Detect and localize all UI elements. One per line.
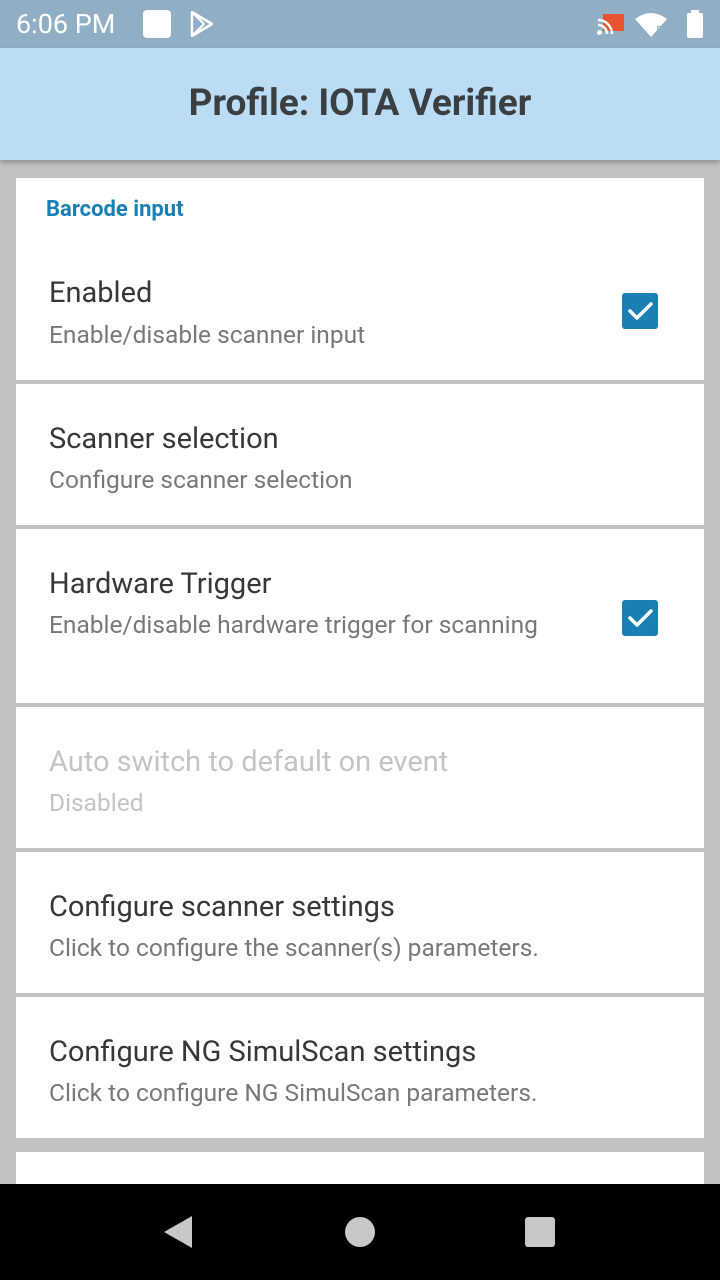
status-bar: 6:06 PM 5 <box>0 0 720 48</box>
preference-list[interactable]: Barcode input Enabled Enable/disable sca… <box>0 160 720 1184</box>
pref-title: Hardware Trigger <box>49 567 272 601</box>
recents-icon[interactable] <box>524 1216 556 1248</box>
navigation-bar <box>0 1184 720 1280</box>
pref-title: Configure NG SimulScan settings <box>49 1035 477 1069</box>
app-bar: Profile: IOTA Verifier <box>0 48 720 160</box>
pref-summary: Click to configure NG SimulScan paramete… <box>49 1078 538 1107</box>
hardware-trigger-checkbox[interactable] <box>622 600 658 636</box>
wifi-badge: 5 <box>656 24 663 37</box>
pref-configure-scanner-settings[interactable]: Configure scanner settings Click to conf… <box>16 852 704 993</box>
status-time: 6:06 PM <box>16 8 116 40</box>
pref-next-partial[interactable] <box>16 1152 704 1184</box>
pref-hardware-trigger[interactable]: Hardware Trigger Enable/disable hardware… <box>16 529 704 703</box>
section-header: Barcode input <box>46 197 184 222</box>
pref-summary: Enable/disable scanner input <box>49 320 366 349</box>
notification-square-icon <box>143 10 171 38</box>
check-icon <box>628 302 653 320</box>
cast-icon <box>597 14 624 35</box>
enabled-checkbox[interactable] <box>622 293 658 329</box>
battery-icon <box>687 10 703 38</box>
pref-enabled[interactable]: Barcode input Enabled Enable/disable sca… <box>16 178 704 380</box>
page-title: Profile: IOTA Verifier <box>188 82 532 125</box>
wifi-icon: 5 <box>635 13 667 37</box>
pref-title: Scanner selection <box>49 422 279 456</box>
pref-title: Enabled <box>49 276 153 310</box>
pref-summary: Configure scanner selection <box>49 465 353 494</box>
pref-auto-switch: Auto switch to default on event Disabled <box>16 707 704 848</box>
pref-configure-simulscan-settings[interactable]: Configure NG SimulScan settings Click to… <box>16 997 704 1138</box>
pref-title: Configure scanner settings <box>49 890 395 924</box>
pref-summary: Disabled <box>49 788 144 817</box>
pref-summary: Click to configure the scanner(s) parame… <box>49 933 539 962</box>
home-icon[interactable] <box>344 1216 376 1248</box>
back-icon[interactable] <box>160 1214 196 1250</box>
pref-summary: Enable/disable hardware trigger for scan… <box>49 610 538 639</box>
check-icon <box>628 609 653 627</box>
play-store-icon <box>190 11 214 37</box>
pref-title: Auto switch to default on event <box>49 745 449 779</box>
pref-scanner-selection[interactable]: Scanner selection Configure scanner sele… <box>16 384 704 525</box>
